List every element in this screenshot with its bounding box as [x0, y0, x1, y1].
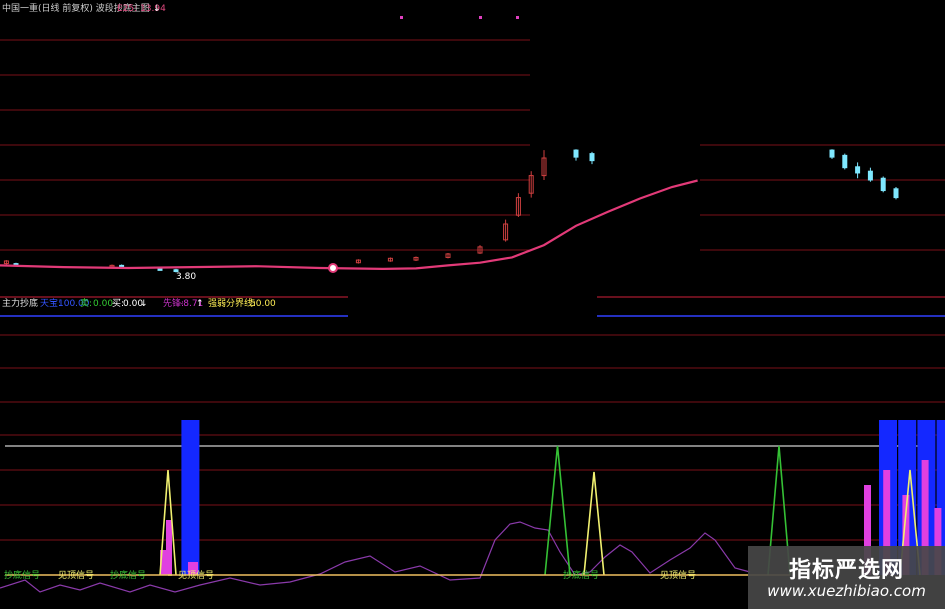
xianfeng-line — [0, 521, 751, 593]
candle-body — [573, 149, 579, 158]
candle-body — [842, 154, 848, 169]
candle-body — [119, 264, 125, 268]
legend-strength-value: 50.00 — [250, 299, 276, 309]
signal-label: 抄底信号 — [563, 569, 599, 581]
candle-body — [855, 166, 861, 174]
candlesticks — [3, 149, 899, 273]
buy-point-marker — [328, 263, 338, 273]
candle-body — [893, 188, 899, 199]
top-panel-gridlines — [0, 39, 945, 251]
watermark: 指标严选网 www.xuezhibiao.com — [748, 546, 945, 609]
xianfeng-bar — [166, 520, 172, 575]
candle-body — [867, 170, 873, 181]
legend-arrow-down: ↓ — [140, 299, 148, 309]
signal-spike — [583, 471, 605, 576]
sub-panel-title: 主力抄底 — [2, 297, 38, 309]
tianbao-bar — [181, 420, 200, 575]
legend-sell-value: 0.00 — [93, 299, 113, 309]
ma-line — [0, 179, 698, 271]
candle-body — [157, 268, 163, 271]
signal-label: 见顶信号 — [178, 569, 214, 581]
legend-strength-label: 强弱分界线: — [208, 297, 256, 309]
signal-label: 抄底信号 — [110, 569, 146, 581]
signal-spike — [544, 445, 571, 576]
sub-panel-header: 主力抄底 天宝: 100.00 卖: 0.00 买: 0.00 ↓ 先锋: -8… — [0, 296, 945, 317]
candle-body — [829, 149, 835, 158]
legend-arrow-up: ↑ — [196, 299, 204, 309]
candle-body — [589, 153, 595, 162]
top-markers — [400, 16, 519, 19]
signal-label: 见顶信号 — [660, 569, 696, 581]
candle-body — [880, 177, 886, 192]
signal-label: 见顶信号 — [58, 569, 94, 581]
signal-label: 抄底信号 — [4, 569, 40, 581]
legend-sell-label: 卖: — [80, 298, 92, 309]
stock-chart: 中国一重(日线 前复权) 波段抄底主图 E25: 13.94 ↓ 3.80 主力… — [0, 2, 945, 593]
price-panel: 中国一重(日线 前复权) 波段抄底主图 E25: 13.94 ↓ 3.80 — [0, 2, 899, 282]
ma-legend-arrow: ↓ — [153, 4, 161, 14]
sub-panel-gridlines — [0, 334, 945, 541]
watermark-url: www.xuezhibiao.com — [767, 582, 926, 600]
watermark-title: 指标严选网 — [788, 558, 904, 583]
low-price-label: 3.80 — [176, 272, 196, 282]
